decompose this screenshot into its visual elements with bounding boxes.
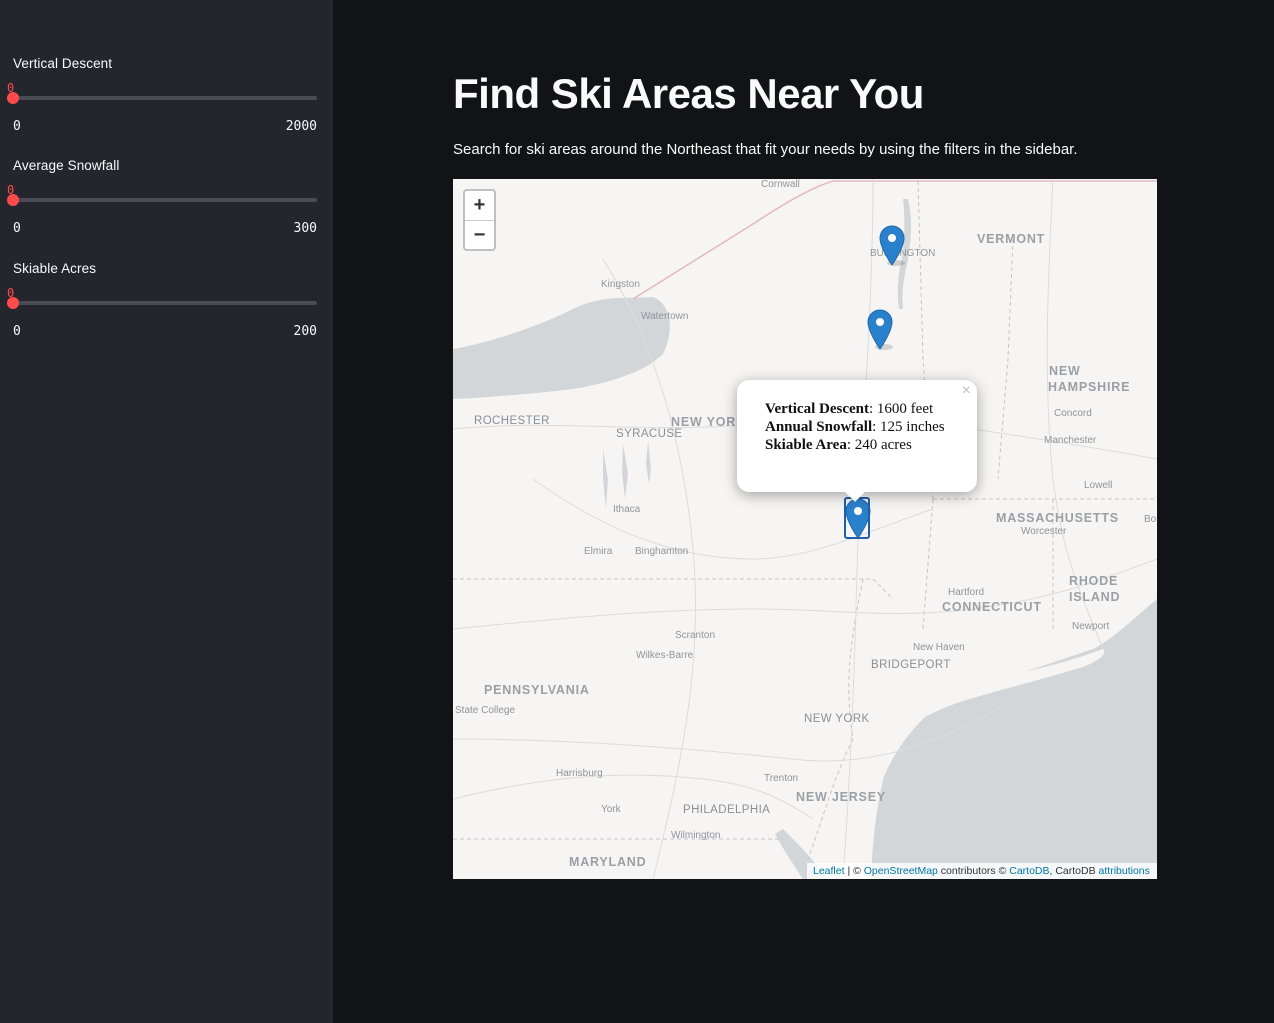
popup-vertical-label: Vertical Descent [765, 401, 869, 417]
map-label-vermont: VERMONT [977, 232, 1046, 246]
skiable-acres-slider[interactable]: Skiable Acres 0 0 200 [7, 261, 317, 339]
slider-track[interactable] [13, 301, 317, 305]
map-label-connecticut: CONNECTICUT [942, 600, 1042, 614]
map-label-newport: Newport [1072, 621, 1110, 632]
map-label-new-hampshire-1: NEW [1049, 364, 1081, 378]
map-label-new-york-state: NEW YORK [671, 415, 746, 429]
popup-vertical-value: : 1600 feet [869, 401, 934, 417]
map-label-rhode-island-1: RHODE [1069, 574, 1119, 588]
slider-label: Average Snowfall [13, 158, 120, 173]
vertical-descent-slider[interactable]: Vertical Descent 0 0 2000 [7, 56, 317, 134]
attribution-sep: | © [844, 865, 864, 877]
popup-close-button[interactable]: × [962, 382, 971, 400]
zoom-control: + − [463, 189, 496, 251]
attribution-contributors: contributors © [937, 865, 1010, 877]
map-label-philadelphia: PHILADELPHIA [683, 804, 771, 816]
popup-area-value: : 240 acres [846, 437, 912, 453]
sidebar: Vertical Descent 0 0 2000 Average Snowfa… [0, 0, 333, 1023]
slider-max-label: 200 [293, 324, 317, 339]
slider-min-label: 0 [13, 221, 21, 236]
map-marker-icon[interactable] [879, 225, 905, 266]
map-label-bo: Bo [1144, 514, 1157, 525]
map-label-new-haven: New Haven [913, 642, 965, 653]
map-label-massachusetts: MASSACHUSETTS [996, 511, 1119, 525]
map-label-manchester: Manchester [1044, 435, 1097, 446]
map-label-new-hampshire-2: HAMPSHIRE [1048, 380, 1131, 394]
openstreetmap-link[interactable]: OpenStreetMap [864, 865, 938, 877]
map-label-lowell: Lowell [1084, 480, 1113, 491]
map-label-cornwall: Cornwall [761, 179, 800, 190]
map-label-ithaca: Ithaca [613, 504, 641, 515]
popup-area-label: Skiable Area [765, 437, 847, 453]
map-label-maryland: MARYLAND [569, 855, 647, 869]
map-label-watertown: Watertown [641, 311, 689, 322]
slider-label: Skiable Acres [13, 261, 97, 276]
map-label-wilmington: Wilmington [671, 830, 721, 841]
map-label-rhode-island-2: ISLAND [1069, 590, 1121, 604]
map-label-scranton: Scranton [675, 630, 716, 641]
popup-vertical-line: Vertical Descent: 1600 feet [765, 400, 977, 418]
slider-thumb[interactable] [7, 297, 19, 309]
map[interactable]: Cornwall VERMONT BURLINGTON Kingston Wat… [453, 179, 1157, 879]
slider-track[interactable] [13, 96, 317, 100]
selected-marker-outline [844, 497, 870, 539]
map-popup: × Vertical Descent: 1600 feet Annual Sno… [737, 380, 977, 502]
attributions-link[interactable]: attributions [1099, 865, 1150, 877]
map-label-new-jersey: NEW JERSEY [796, 790, 886, 804]
map-label-harrisburg: Harrisburg [556, 768, 603, 779]
map-label-new-york-city: NEW YORK [804, 713, 870, 725]
attribution-sep: , CartoDB [1049, 865, 1099, 877]
map-label-kingston: Kingston [601, 279, 640, 290]
popup-area-line: Skiable Area: 240 acres [765, 436, 977, 454]
popup-snowfall-line: Annual Snowfall: 125 inches [765, 418, 977, 436]
map-label-elmira: Elmira [584, 546, 613, 557]
page-description: Search for ski areas around the Northeas… [453, 141, 1078, 158]
map-label-wilkes-barre: Wilkes-Barre [636, 650, 694, 661]
cartodb-link[interactable]: CartoDB [1009, 865, 1049, 877]
map-label-rochester: ROCHESTER [474, 415, 550, 427]
map-label-hartford: Hartford [948, 587, 985, 598]
map-label-concord: Concord [1054, 408, 1092, 419]
popup-snowfall-label: Annual Snowfall [765, 419, 873, 435]
slider-max-label: 2000 [285, 119, 317, 134]
average-snowfall-slider[interactable]: Average Snowfall 0 0 300 [7, 158, 317, 236]
map-marker-icon[interactable] [867, 309, 893, 350]
slider-thumb[interactable] [7, 92, 19, 104]
zoom-out-button[interactable]: − [465, 220, 494, 249]
slider-track[interactable] [13, 198, 317, 202]
slider-min-label: 0 [13, 119, 21, 134]
map-label-state-college: State College [455, 705, 516, 716]
slider-label: Vertical Descent [13, 56, 113, 71]
page-title: Find Ski Areas Near You [453, 70, 924, 117]
slider-max-label: 300 [293, 221, 317, 236]
map-label-binghamton: Binghamton [635, 546, 689, 557]
map-attribution: Leaflet | © OpenStreetMap contributors ©… [807, 863, 1157, 879]
map-label-york: York [601, 804, 621, 815]
slider-thumb[interactable] [7, 194, 19, 206]
slider-min-label: 0 [13, 324, 21, 339]
leaflet-link[interactable]: Leaflet [813, 865, 845, 877]
map-label-bridgeport: BRIDGEPORT [871, 659, 951, 671]
map-label-trenton: Trenton [764, 773, 799, 784]
popup-snowfall-value: : 125 inches [872, 419, 945, 435]
map-label-worcester: Worcester [1021, 526, 1067, 537]
map-label-pennsylvania: PENNSYLVANIA [484, 683, 590, 697]
zoom-in-button[interactable]: + [465, 191, 494, 220]
app-root: Vertical Descent 0 0 2000 Average Snowfa… [0, 0, 1274, 1023]
